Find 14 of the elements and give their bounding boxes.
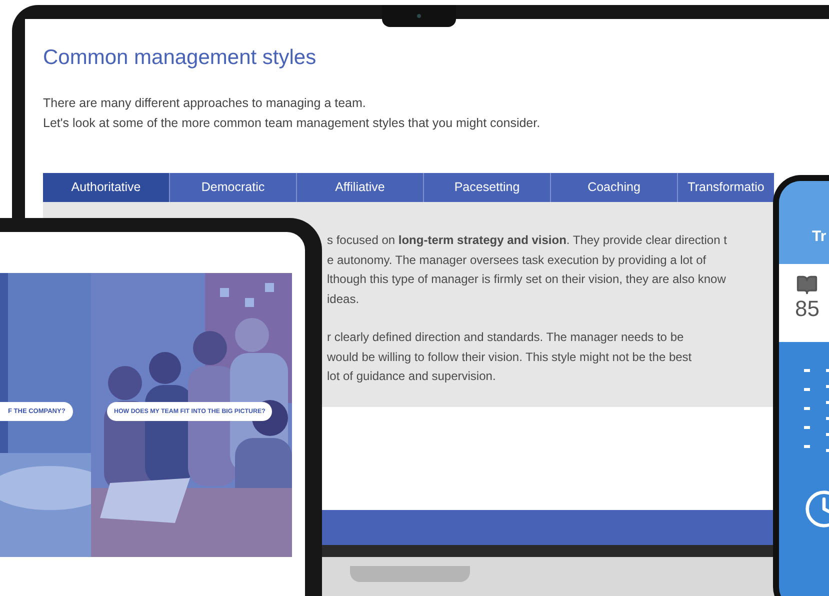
book-icon (795, 274, 819, 296)
style-tab[interactable]: Affiliative (297, 173, 424, 202)
intro-text: Let's look at some of the more common team management styles that you might consider. (43, 115, 542, 132)
body-paragraph: r clearly defined direction and standards. The manager needs to be would be willing to follow their vision. This style might not be the best lot of guidance and supervision. (327, 329, 692, 385)
phone-title: Tr (812, 228, 826, 245)
style-tab[interactable]: Pacesetting (424, 173, 551, 202)
count-value: 85 (795, 296, 820, 322)
style-tab[interactable]: Coaching (551, 173, 678, 202)
page-title: Common management styles (43, 45, 318, 71)
style-tab[interactable]: Transformatio (678, 173, 774, 202)
intro-text: There are many different approaches to managing a team. (43, 95, 367, 112)
body-paragraph: s focused on long-term strategy and vision. They provide clear direction t e autonomy. The manager oversees task execution by providing a lot of lthough this type of manager is firmly set on their vision, they are also know ideas. (327, 232, 727, 308)
style-tab[interactable]: Democratic (170, 173, 297, 202)
style-tab[interactable]: Authoritative (43, 173, 170, 202)
